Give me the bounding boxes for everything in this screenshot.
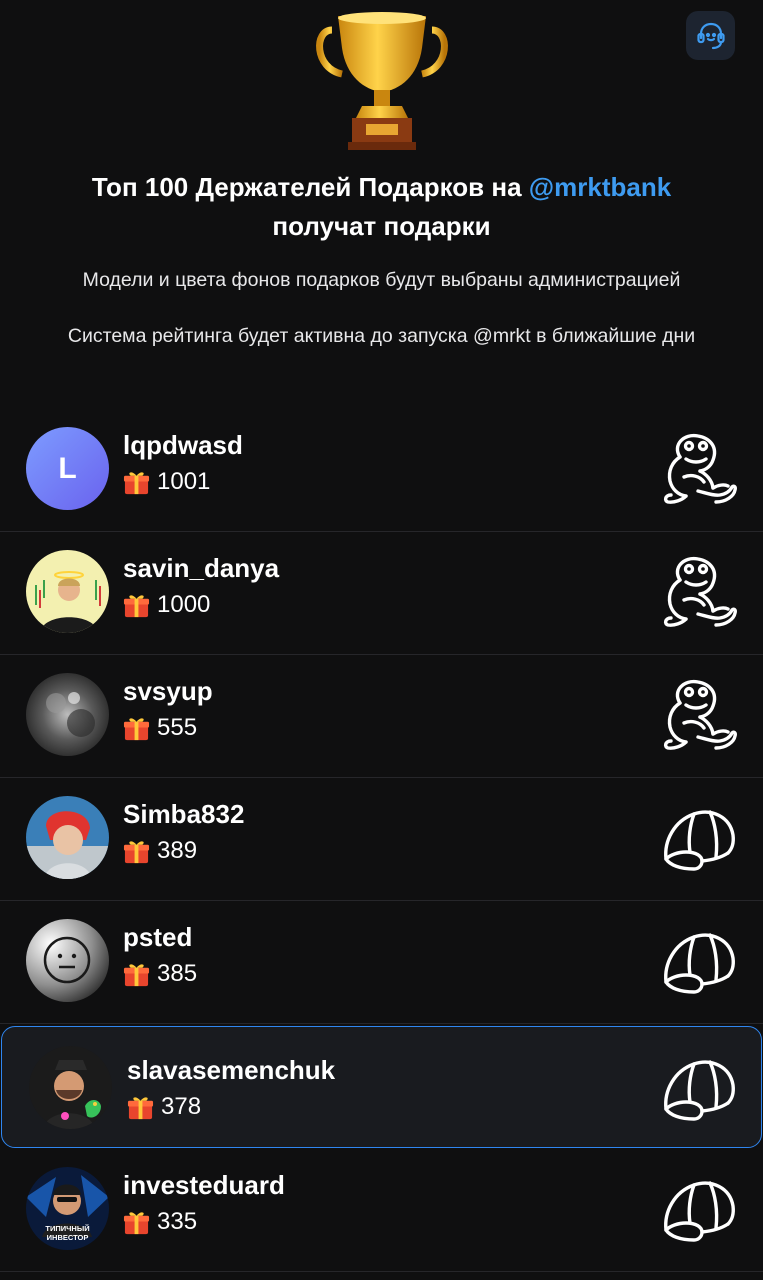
gift-count: 378 bbox=[127, 1093, 201, 1121]
username: psted bbox=[123, 922, 193, 952]
avatar bbox=[29, 1046, 112, 1129]
gift-count: 1001 bbox=[123, 468, 210, 496]
gift-icon bbox=[123, 715, 150, 742]
support-button[interactable] bbox=[686, 11, 735, 60]
leaderboard-row-current-user[interactable]: slavasemenchuk 378 bbox=[1, 1026, 762, 1148]
gift-icon bbox=[123, 469, 150, 496]
avatar: ТИПИЧНЫЙ ИНВЕСТОР bbox=[26, 1167, 109, 1250]
gift-count-value: 378 bbox=[161, 1093, 202, 1120]
gift-count: 555 bbox=[123, 714, 197, 742]
username: savin_danya bbox=[123, 553, 280, 583]
support-headset-icon bbox=[696, 22, 725, 49]
models-note: Модели и цвета фонов подарков будут выбр… bbox=[82, 269, 681, 291]
gift-icon bbox=[123, 838, 150, 865]
leaderboard-row[interactable]: savin_danya 1000 bbox=[0, 533, 763, 655]
avatar bbox=[26, 796, 109, 879]
gift-count: 385 bbox=[123, 960, 197, 988]
gift-count-value: 335 bbox=[157, 1208, 198, 1235]
gift-count: 389 bbox=[123, 837, 197, 865]
avatar-caption: ТИПИЧНЫЙ ИНВЕСТОР bbox=[45, 1224, 90, 1242]
gift-count-value: 1000 bbox=[157, 591, 211, 618]
mrktbank-link[interactable]: @mrktbank bbox=[529, 172, 671, 202]
cap-icon bbox=[660, 799, 738, 879]
frog-sticker-icon bbox=[660, 430, 738, 510]
leaderboard-row[interactable]: svsyup 555 bbox=[0, 656, 763, 778]
gift-count-value: 555 bbox=[157, 714, 198, 741]
cap-icon bbox=[660, 1049, 738, 1129]
avatar bbox=[26, 550, 109, 633]
avatar: L bbox=[26, 427, 109, 510]
leaderboard-row[interactable]: psted 385 bbox=[0, 902, 763, 1024]
username: investeduard bbox=[123, 1170, 285, 1200]
rating-note: Система рейтинга будет активна до запуск… bbox=[67, 325, 696, 347]
page-title: Топ 100 Держателей Подарков на @mrktbank… bbox=[0, 168, 763, 246]
gift-count-value: 1001 bbox=[157, 468, 211, 495]
leaderboard-row[interactable]: Llqpdwasd 1001 bbox=[0, 410, 763, 532]
leaderboard-row[interactable]: Simba832 389 bbox=[0, 779, 763, 901]
frog-sticker-icon bbox=[660, 676, 738, 756]
title-line-2: получат подарки bbox=[272, 211, 491, 241]
gift-count: 1000 bbox=[123, 591, 210, 619]
cap-icon bbox=[660, 922, 738, 1002]
leaderboard-row[interactable]: ТИПИЧНЫЙ ИНВЕСТОР investeduard 335 bbox=[0, 1150, 763, 1272]
username: svsyup bbox=[123, 676, 213, 706]
gift-icon bbox=[123, 1209, 150, 1236]
title-text: Топ 100 Держателей Подарков на bbox=[91, 172, 529, 202]
gift-icon bbox=[123, 961, 150, 988]
username: lqpdwasd bbox=[123, 430, 243, 460]
avatar bbox=[26, 673, 109, 756]
gift-icon bbox=[127, 1094, 154, 1121]
gift-count: 335 bbox=[123, 1208, 197, 1236]
gift-count-value: 385 bbox=[157, 960, 198, 987]
gift-count-value: 389 bbox=[157, 837, 198, 864]
username: Simba832 bbox=[123, 799, 245, 829]
username: slavasemenchuk bbox=[127, 1055, 336, 1085]
avatar bbox=[26, 919, 109, 1002]
gift-icon bbox=[123, 592, 150, 619]
cap-icon bbox=[660, 1170, 738, 1250]
frog-sticker-icon bbox=[660, 553, 738, 633]
avatar-letter: L bbox=[58, 451, 77, 485]
trophy-icon bbox=[312, 8, 452, 152]
